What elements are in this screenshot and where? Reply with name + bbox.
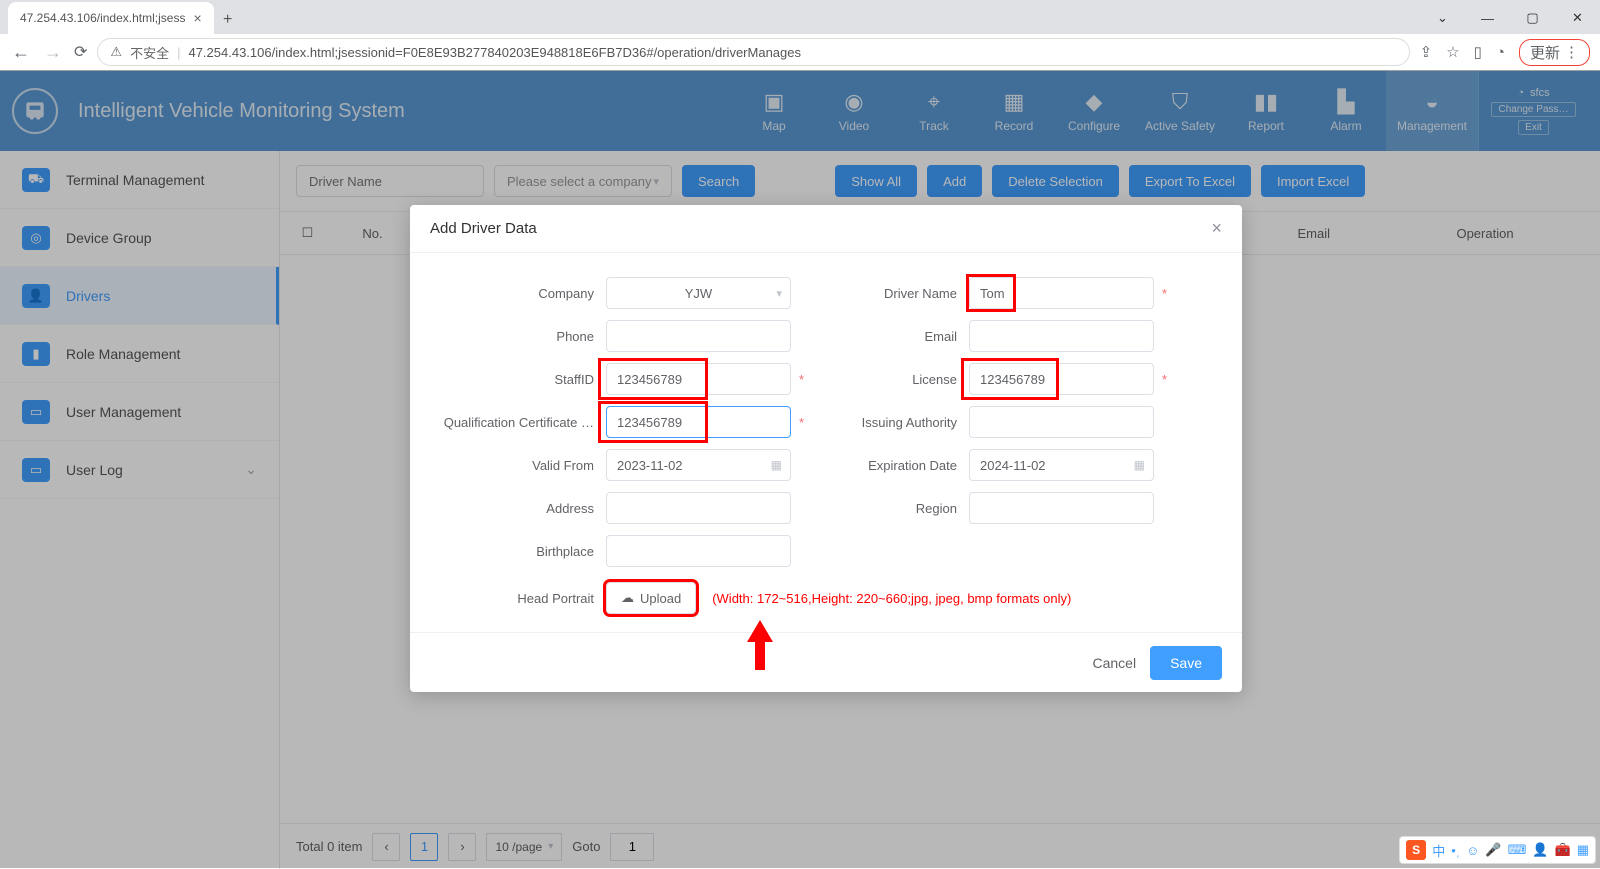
- required-marker: *: [1162, 286, 1172, 301]
- annotation-arrow-icon: [745, 620, 775, 675]
- label-region: Region: [831, 501, 961, 516]
- chevron-down-icon: ▾: [776, 287, 782, 300]
- staff-id-input[interactable]: [606, 363, 791, 395]
- label-birthplace: Birthplace: [436, 544, 598, 559]
- expiration-date-input[interactable]: 2024-11-02▦: [969, 449, 1154, 481]
- required-marker: *: [799, 372, 809, 387]
- valid-from-date-input[interactable]: 2023-11-02▦: [606, 449, 791, 481]
- browser-update-button[interactable]: 更新 ⋮: [1519, 39, 1590, 66]
- ime-punct-icon[interactable]: •ˌ: [1451, 843, 1460, 858]
- label-qualification: Qualification Certificate …: [436, 415, 598, 430]
- reload-button[interactable]: ⟳: [74, 42, 87, 62]
- tab-title: 47.254.43.106/index.html;jsess: [20, 11, 185, 25]
- modal-header: Add Driver Data ×: [410, 205, 1242, 253]
- modal-body: Company YJW▾ Driver Name * Phone Email: [410, 253, 1242, 632]
- window-controls: ⌄ — ▢ ✕: [1420, 2, 1600, 34]
- ime-toolbox-icon[interactable]: 🧰: [1555, 842, 1571, 858]
- ime-voice-icon[interactable]: 🎤: [1485, 842, 1501, 858]
- label-address: Address: [436, 501, 598, 516]
- address-bar: ← → ⟳ ⚠ 不安全 | 47.254.43.106/index.html;j…: [0, 34, 1600, 70]
- label-company: Company: [436, 286, 598, 301]
- label-license: License: [831, 372, 961, 387]
- company-select[interactable]: YJW▾: [606, 277, 791, 309]
- forward-button[interactable]: →: [42, 42, 64, 63]
- label-phone: Phone: [436, 329, 598, 344]
- browser-chrome: 47.254.43.106/index.html;jsess × + ⌄ — ▢…: [0, 0, 1600, 71]
- birthplace-input[interactable]: [606, 535, 791, 567]
- tab-close-icon[interactable]: ×: [193, 10, 201, 26]
- upload-note: (Width: 172~516,Height: 220~660;jpg, jpe…: [712, 591, 1071, 606]
- sogou-logo-icon: S: [1406, 840, 1426, 860]
- kebab-icon: ⋮: [1564, 43, 1579, 61]
- maximize-button[interactable]: ▢: [1510, 2, 1555, 34]
- license-input[interactable]: [969, 363, 1154, 395]
- insecure-warning-icon: ⚠: [110, 44, 122, 60]
- required-marker: *: [1162, 372, 1172, 387]
- cloud-upload-icon: ☁: [621, 590, 634, 606]
- back-button[interactable]: ←: [10, 42, 32, 63]
- ime-lang[interactable]: 中: [1432, 841, 1445, 860]
- address-input[interactable]: [606, 492, 791, 524]
- region-input[interactable]: [969, 492, 1154, 524]
- ime-toolbar[interactable]: S 中 •ˌ ☺ 🎤 ⌨ 👤 🧰 ▦: [1399, 836, 1596, 864]
- modal-close-button[interactable]: ×: [1211, 218, 1222, 239]
- label-email: Email: [831, 329, 961, 344]
- tab-bar: 47.254.43.106/index.html;jsess × + ⌄ — ▢…: [0, 0, 1600, 34]
- calendar-icon: ▦: [1134, 458, 1145, 472]
- browser-tab[interactable]: 47.254.43.106/index.html;jsess ×: [8, 2, 214, 34]
- add-driver-modal: Add Driver Data × Company YJW▾ Driver Na…: [410, 205, 1242, 692]
- required-marker: *: [799, 415, 809, 430]
- label-valid-from: Valid From: [436, 458, 598, 473]
- share-icon[interactable]: ⇪: [1420, 43, 1433, 61]
- label-issuing-authority: Issuing Authority: [831, 415, 961, 430]
- ime-grid-icon[interactable]: ▦: [1577, 842, 1589, 858]
- label-expiration-date: Expiration Date: [831, 458, 961, 473]
- cancel-button[interactable]: Cancel: [1092, 655, 1136, 671]
- calendar-icon: ▦: [771, 458, 782, 472]
- label-head-portrait: Head Portrait: [436, 591, 598, 606]
- minimize-button[interactable]: —: [1465, 2, 1510, 34]
- issuing-authority-input[interactable]: [969, 406, 1154, 438]
- ime-keyboard-icon[interactable]: ⌨: [1508, 842, 1527, 858]
- profile-icon[interactable]: ◔: [1496, 44, 1505, 61]
- url-text: 47.254.43.106/index.html;jsessionid=F0E8…: [188, 45, 801, 60]
- ime-emoji-icon[interactable]: ☺: [1466, 843, 1479, 858]
- save-button[interactable]: Save: [1150, 646, 1222, 680]
- label-driver-name: Driver Name: [831, 286, 961, 301]
- close-window-button[interactable]: ✕: [1555, 2, 1600, 34]
- driver-name-input[interactable]: [969, 277, 1154, 309]
- insecure-label: 不安全: [130, 43, 169, 62]
- phone-input[interactable]: [606, 320, 791, 352]
- qualification-input[interactable]: [606, 406, 791, 438]
- upload-button[interactable]: ☁ Upload: [606, 582, 696, 614]
- modal-title: Add Driver Data: [430, 220, 537, 237]
- label-staff-id: StaffID: [436, 372, 598, 387]
- email-input[interactable]: [969, 320, 1154, 352]
- new-tab-button[interactable]: +: [214, 6, 242, 34]
- modal-footer: Cancel Save: [410, 632, 1242, 692]
- address-bar-icons: ⇪ ☆ ▯ ◔ 更新 ⋮: [1420, 39, 1590, 66]
- bookmark-icon[interactable]: ☆: [1446, 43, 1459, 61]
- chevron-down-icon[interactable]: ⌄: [1420, 2, 1465, 34]
- ime-person-icon[interactable]: 👤: [1532, 842, 1548, 858]
- url-field[interactable]: ⚠ 不安全 | 47.254.43.106/index.html;jsessio…: [97, 38, 1409, 66]
- panel-icon[interactable]: ▯: [1474, 43, 1482, 61]
